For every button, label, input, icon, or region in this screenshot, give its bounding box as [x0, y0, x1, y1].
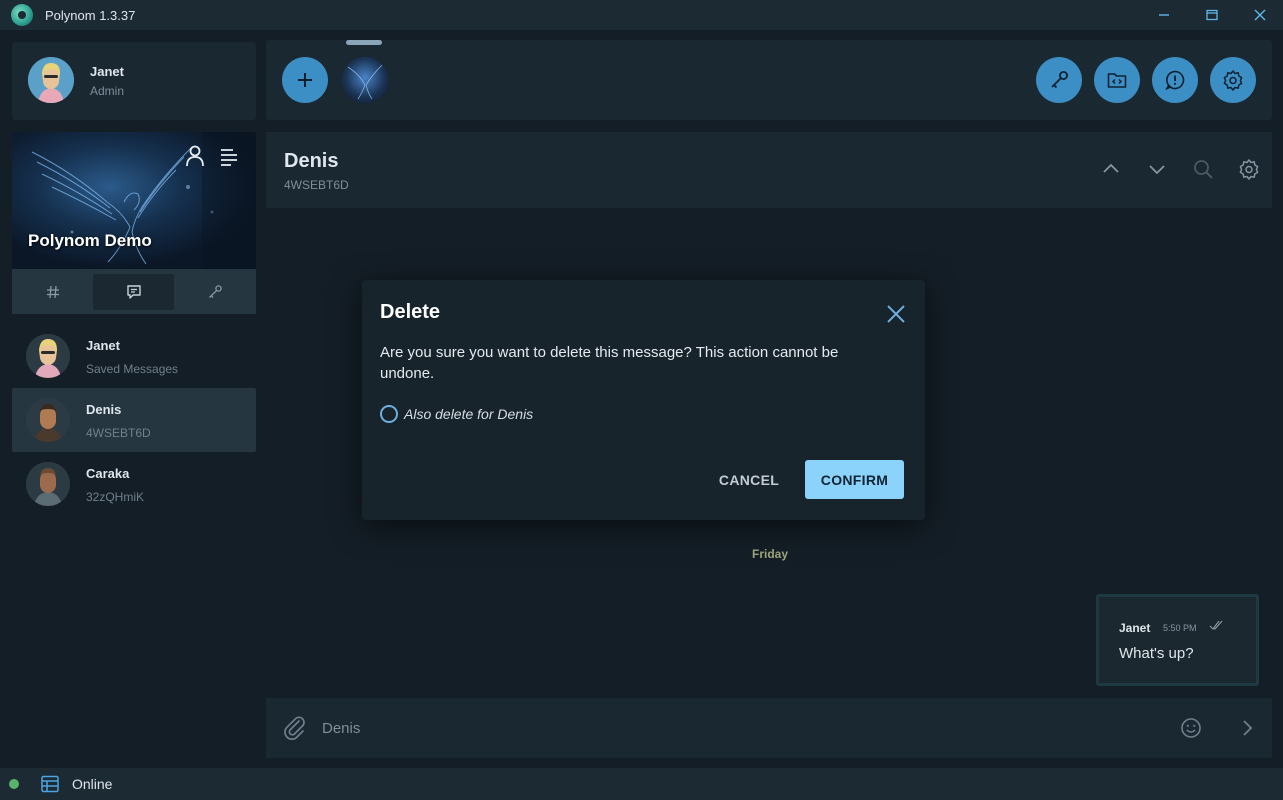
dialog-message: Are you sure you want to delete this mes… [380, 344, 839, 382]
avatar [26, 398, 70, 442]
paperclip-icon[interactable] [282, 715, 308, 741]
contact-subtitle: Saved Messages [86, 362, 179, 376]
avatar [26, 334, 70, 378]
confirm-button[interactable]: CONFIRM [805, 460, 904, 499]
contact-janet[interactable]: Janet Saved Messages [12, 324, 256, 388]
sidebar: Janet Admin Polynom Demo Janet Saved Mes… [0, 30, 266, 768]
developer-button[interactable] [1094, 57, 1140, 103]
gear-icon [1223, 70, 1243, 91]
tab-direct-messages[interactable] [93, 273, 174, 310]
server-bar [266, 40, 1272, 120]
dialog-title: Delete [380, 301, 441, 323]
contact-subtitle: 32zQHmiK [86, 490, 145, 504]
double-check-icon [1209, 619, 1223, 634]
tab-keys[interactable] [174, 274, 255, 310]
send-arrow-icon[interactable] [1234, 715, 1260, 741]
message-bubble[interactable]: Janet 5:50 PM What's up? [1096, 594, 1259, 686]
status-bar: Online [0, 768, 1283, 800]
chevron-up-icon[interactable] [1098, 156, 1124, 182]
also-delete-radio[interactable] [380, 405, 398, 423]
tab-channels[interactable] [12, 274, 93, 310]
add-server-button[interactable] [282, 57, 328, 103]
key-icon [208, 284, 222, 298]
app-title: Polynom 1.3.37 [45, 7, 136, 23]
maximize-icon[interactable] [1188, 0, 1236, 30]
contact-name: Caraka [86, 466, 130, 481]
contact-name: Denis [86, 402, 122, 417]
emoji-icon[interactable] [1178, 715, 1204, 741]
message-author: Janet [1119, 621, 1151, 635]
active-server-indicator [346, 40, 382, 45]
composer [266, 698, 1272, 758]
gear-icon[interactable] [1236, 156, 1262, 182]
chevron-down-icon[interactable] [1144, 156, 1170, 182]
info-bubble-icon [1165, 70, 1185, 91]
chat-bubble-icon [126, 284, 141, 299]
contact-name: Janet [86, 338, 120, 353]
close-icon[interactable] [882, 300, 910, 328]
user-icon[interactable] [184, 144, 206, 168]
avatar [28, 57, 74, 103]
settings-button[interactable] [1210, 57, 1256, 103]
contact-caraka[interactable]: Caraka 32zQHmiK [12, 452, 256, 516]
also-delete-label: Also delete for Denis [404, 406, 534, 422]
delete-dialog: Delete Are you sure you want to delete t… [362, 280, 925, 520]
info-button[interactable] [1152, 57, 1198, 103]
minimize-icon[interactable] [1140, 0, 1188, 30]
keys-button[interactable] [1036, 57, 1082, 103]
contact-denis[interactable]: Denis 4WSEBT6D [12, 388, 256, 452]
profile-card[interactable]: Janet Admin [12, 42, 256, 120]
server-banner[interactable]: Polynom Demo [12, 132, 256, 269]
day-separator: Friday [752, 547, 789, 561]
avatar [26, 462, 70, 506]
hash-icon [46, 285, 59, 298]
server-thumbnail[interactable] [342, 57, 388, 103]
message-text: What's up? [1119, 645, 1194, 662]
title-bar: Polynom 1.3.37 [0, 0, 1283, 30]
chat-title: Denis [284, 150, 339, 172]
also-delete-option[interactable]: Also delete for Denis [380, 405, 533, 423]
contact-subtitle: 4WSEBT6D [86, 426, 151, 440]
message-input[interactable] [322, 713, 1162, 743]
search-icon[interactable] [1190, 156, 1216, 182]
profile-role: Admin [90, 84, 125, 98]
message-time: 5:50 PM [1163, 623, 1197, 633]
profile-name: Janet [90, 64, 124, 79]
server-name: Polynom Demo [28, 231, 152, 250]
app-logo-icon [11, 4, 33, 26]
online-status-dot [9, 779, 19, 789]
menu-lines-icon[interactable] [218, 144, 240, 168]
layout-icon[interactable] [40, 774, 60, 794]
code-folder-icon [1107, 73, 1127, 88]
key-icon [1051, 71, 1068, 89]
chat-id: 4WSEBT6D [284, 178, 349, 192]
channel-tabs [12, 269, 256, 314]
cancel-button[interactable]: CANCEL [708, 460, 790, 499]
status-text: Online [72, 776, 113, 792]
close-window-icon[interactable] [1236, 0, 1283, 30]
plus-icon [298, 73, 312, 87]
chat-header: Denis 4WSEBT6D [266, 132, 1272, 208]
